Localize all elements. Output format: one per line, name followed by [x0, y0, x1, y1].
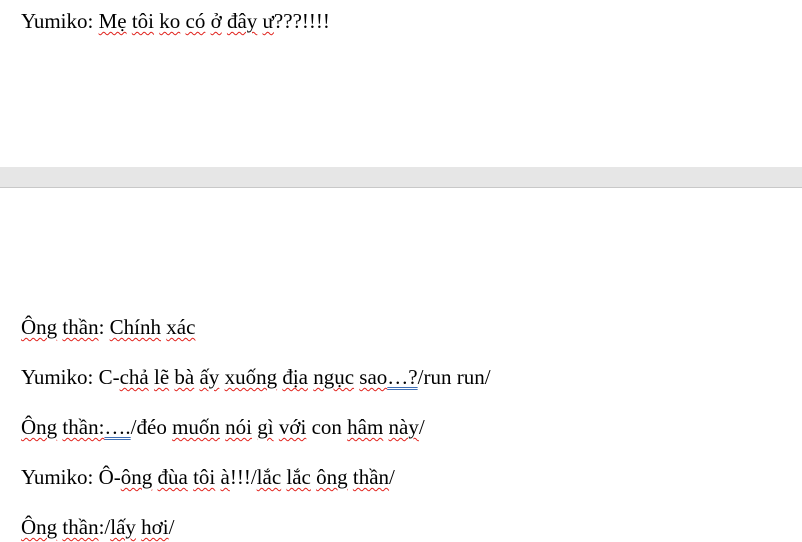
spelling-flagged-word: Ông	[21, 515, 58, 539]
document-page-1[interactable]: Yumiko: Mẹ tôi ko có ở đây ư???!!!!	[0, 0, 802, 168]
spelling-flagged-word: địa	[282, 365, 308, 389]
spelling-flagged-word: chả	[119, 365, 149, 389]
spelling-flagged-word: thần	[62, 515, 99, 539]
dialogue-line-6[interactable]: Ông thần:/lấy hơi/	[21, 514, 174, 540]
spelling-flagged-word: à	[220, 465, 230, 489]
spelling-flagged-word: lẽ	[154, 365, 170, 389]
spelling-flagged-word: gì	[257, 415, 274, 439]
line-text: con	[311, 415, 342, 439]
speaker-name: Yumiko:	[21, 365, 94, 389]
spelling-flagged-word: ko	[159, 9, 181, 33]
spelling-flagged-word: Mẹ	[98, 9, 127, 33]
spelling-flagged-word: với	[278, 415, 307, 439]
spelling-flagged-word: sao	[359, 365, 388, 389]
spelling-flagged-word: tôi	[193, 465, 216, 489]
line-text: :/	[98, 515, 111, 539]
spelling-flagged-word: đùa	[157, 465, 188, 489]
dialogue-line-4[interactable]: Ông thần:…./đéo muốn nói gì với con hâm …	[21, 414, 425, 440]
spelling-flagged-word: Ông	[21, 315, 58, 339]
line-text: /	[168, 515, 175, 539]
spelling-flagged-word: Chính	[109, 315, 162, 339]
spelling-flagged-word: lắc	[256, 465, 282, 489]
spelling-flagged-word: ở	[210, 9, 222, 33]
spelling-flagged-word: ư	[262, 9, 274, 33]
grammar-flagged-text: ….	[104, 415, 131, 439]
spelling-flagged-word: này	[388, 415, 419, 439]
spelling-flagged-word: xác	[166, 315, 196, 339]
spelling-flagged-word: ông	[316, 465, 348, 489]
spelling-flagged-word: thần:	[62, 415, 105, 439]
spelling-flagged-word: hơi	[141, 515, 169, 539]
line-text: Ô-	[98, 465, 121, 489]
spelling-flagged-word: lấy	[110, 515, 136, 539]
line-text: ???!!!!	[273, 9, 330, 33]
grammar-flagged-text: …?	[387, 365, 418, 389]
dialogue-line-1[interactable]: Yumiko: Mẹ tôi ko có ở đây ư???!!!!	[21, 8, 330, 34]
spelling-flagged-word: Ông	[21, 415, 58, 439]
line-text: /run run/	[417, 365, 491, 389]
spelling-flagged-word: có	[185, 9, 206, 33]
spelling-flagged-word: tôi	[131, 9, 155, 33]
spelling-flagged-word: lắc	[286, 465, 311, 489]
page-break-gap	[0, 167, 802, 188]
spelling-flagged-word: nói	[225, 415, 253, 439]
spelling-flagged-word: ngục	[313, 365, 355, 389]
spelling-flagged-word: thần	[352, 465, 390, 489]
spelling-flagged-word: ông	[120, 465, 153, 489]
line-text: :	[98, 315, 105, 339]
speaker-name: Yumiko:	[21, 465, 94, 489]
dialogue-line-3[interactable]: Yumiko: C-chả lẽ bà ấy xuống địa ngục sa…	[21, 364, 491, 390]
line-text: /đéo	[130, 415, 167, 439]
speaker-name: Yumiko:	[21, 9, 94, 33]
spelling-flagged-word: xuống	[224, 365, 278, 389]
spelling-flagged-word: muốn	[172, 415, 220, 439]
dialogue-line-5[interactable]: Yumiko: Ô-ông đùa tôi à!!!/lắc lắc ông t…	[21, 464, 395, 490]
dialogue-line-2[interactable]: Ông thần: Chính xác	[21, 314, 195, 340]
spelling-flagged-word: hâm	[347, 415, 384, 439]
line-text: C-	[98, 365, 120, 389]
line-text: /	[389, 465, 395, 489]
document-page-2[interactable]: Ông thần: Chính xác Yumiko: C-chả lẽ bà …	[0, 188, 802, 542]
spelling-flagged-word: bà	[174, 365, 195, 389]
spelling-flagged-word: thần	[62, 315, 99, 339]
spelling-flagged-word: ấy	[199, 365, 220, 389]
spelling-flagged-word: đây	[226, 9, 258, 33]
line-text: /	[418, 415, 425, 439]
line-text: !!!/	[229, 465, 257, 489]
